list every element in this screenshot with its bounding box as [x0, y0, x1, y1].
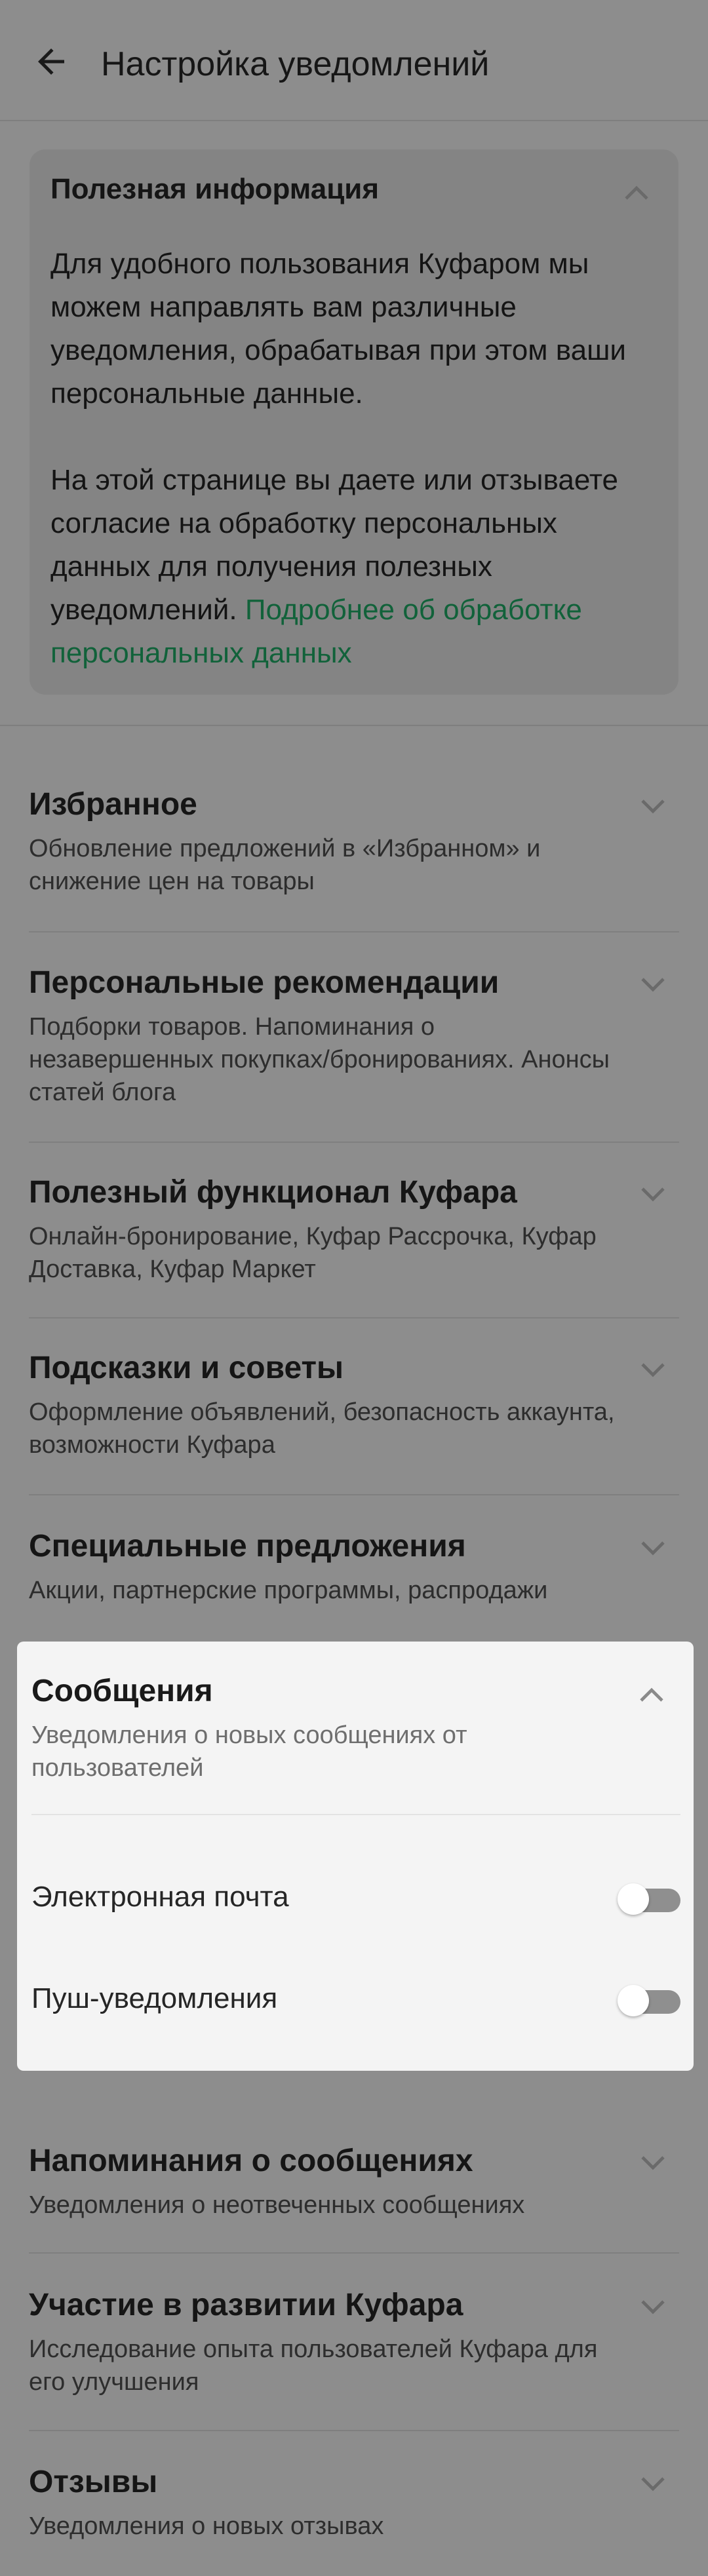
section-subtitle: Онлайн-бронирование, Куфар Рассрочка, Ку… [29, 1223, 597, 1283]
divider [0, 725, 708, 726]
section-title: Полезный функционал Куфара [29, 1175, 517, 1210]
section-title: Отзывы [29, 2465, 158, 2499]
option-label: Электронная почта [31, 1881, 289, 1913]
chevron-down-icon [641, 2300, 665, 2315]
divider [29, 1317, 679, 1318]
section-special-offers[interactable]: Специальные предложения Акции, партнерск… [29, 1527, 679, 1607]
info-panel-title: Полезная информация [50, 173, 379, 205]
chevron-up-icon[interactable] [623, 182, 650, 202]
section-title: Специальные предложения [29, 1529, 466, 1564]
page-title: Настройка уведомлений [101, 45, 490, 83]
section-title: Подсказки и советы [29, 1351, 344, 1385]
chevron-down-icon [641, 2156, 665, 2170]
section-subtitle: Оформление объявлений, безопасность акка… [29, 1398, 615, 1459]
chevron-up-icon [640, 1687, 663, 1702]
option-email: Электронная почта [31, 1873, 680, 1925]
chevron-down-icon [641, 2477, 665, 2491]
info-panel: Полезная информация Для удобного пользов… [30, 149, 678, 695]
chevron-down-icon [641, 1187, 665, 1202]
section-subtitle: Уведомления о новых сообщениях от пользо… [31, 1721, 467, 1782]
back-arrow-icon[interactable] [31, 42, 71, 81]
section-subtitle: Уведомления о неотвеченных сообщениях [29, 2191, 525, 2219]
chevron-down-icon [641, 1541, 665, 1556]
toggle-knob [618, 1985, 649, 2016]
option-label: Пуш-уведомления [31, 1982, 278, 2014]
app-header: Настройка уведомлений [0, 0, 708, 121]
section-message-reminders[interactable]: Напоминания о сообщениях Уведомления о н… [29, 2142, 679, 2221]
chevron-down-icon [641, 1363, 665, 1377]
divider [29, 2252, 679, 2254]
divider [29, 931, 679, 932]
section-reviews[interactable]: Отзывы Уведомления о новых отзывах [29, 2463, 679, 2543]
section-subtitle: Исследование опыта пользователей Куфара … [29, 2336, 598, 2396]
section-subtitle: Подборки товаров. Напоминания о незаверш… [29, 1013, 610, 1106]
divider [29, 2430, 679, 2431]
section-title: Сообщения [31, 1674, 213, 1708]
email-toggle[interactable] [618, 1883, 680, 1915]
push-toggle[interactable] [618, 1985, 680, 2016]
section-tips[interactable]: Подсказки и советы Оформление объявлений… [29, 1349, 679, 1461]
divider [29, 1142, 679, 1143]
info-paragraph: Для удобного пользования Куфаром мы може… [50, 248, 626, 410]
section-favorites[interactable]: Избранное Обновление предложений в «Избр… [29, 785, 679, 898]
section-title: Участие в развитии Куфара [29, 2288, 463, 2322]
section-messages-header[interactable]: Сообщения Уведомления о новых сообщениях… [31, 1672, 680, 1784]
section-subtitle: Обновление предложений в «Избранном» и с… [29, 835, 541, 895]
section-development-participation[interactable]: Участие в развитии Куфара Исследование о… [29, 2286, 679, 2398]
toggle-knob [618, 1883, 649, 1915]
section-messages-expanded: Сообщения Уведомления о новых сообщениях… [17, 1642, 694, 2071]
option-push: Пуш-уведомления [31, 1974, 680, 2027]
section-subtitle: Акции, партнерские программы, распродажи [29, 1577, 548, 1604]
chevron-down-icon [641, 978, 665, 992]
info-panel-text: Для удобного пользования Куфаром мы може… [50, 242, 660, 675]
section-subtitle: Уведомления о новых отзывах [29, 2512, 384, 2540]
section-useful-features[interactable]: Полезный функционал Куфара Онлайн-бронир… [29, 1173, 679, 1286]
section-title: Избранное [29, 787, 197, 822]
divider [31, 1814, 680, 1815]
section-personal-recommendations[interactable]: Персональные рекомендации Подборки товар… [29, 963, 679, 1109]
section-title: Персональные рекомендации [29, 965, 500, 1000]
info-paragraph: На этой странице вы даете или отзываете … [50, 459, 660, 675]
divider [29, 1494, 679, 1495]
section-title: Напоминания о сообщениях [29, 2143, 473, 2178]
chevron-down-icon [641, 799, 665, 814]
